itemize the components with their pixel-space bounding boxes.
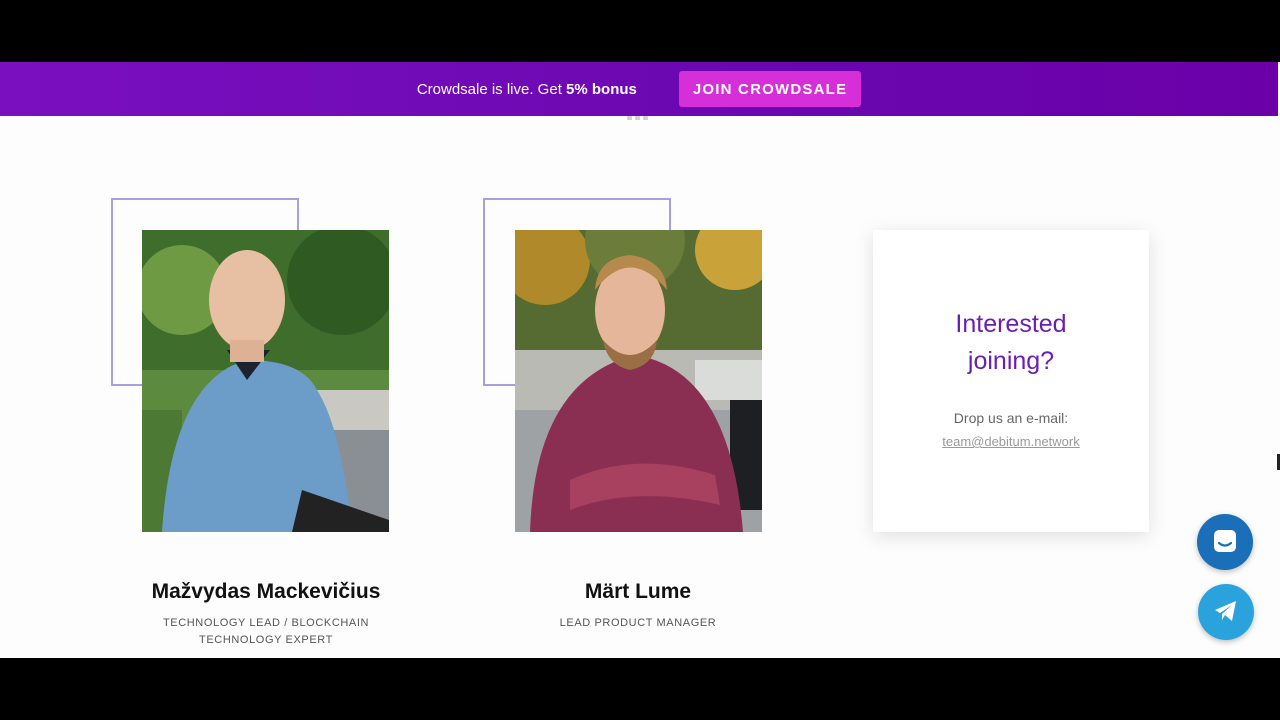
member-role: LEAD PRODUCT MANAGER — [559, 617, 717, 629]
carousel-dot[interactable] — [627, 116, 632, 120]
member-photo — [142, 230, 389, 532]
crowdsale-banner: Crowdsale is live. Get 5% bonus JOIN CRO… — [0, 62, 1278, 116]
member-role: TECHNOLOGY LEAD / BLOCKCHAIN TECHNOLOGY … — [162, 617, 370, 646]
letterbox-top — [0, 0, 1280, 62]
bonus-text: 5% bonus — [566, 80, 637, 98]
letterbox-bottom — [0, 658, 1280, 720]
member-photo — [515, 230, 762, 532]
join-crowdsale-button[interactable]: JOIN CROWDSALE — [678, 71, 862, 107]
carousel-dot[interactable] — [635, 116, 640, 120]
join-title: Interested joining? — [955, 310, 1067, 375]
telegram-button[interactable] — [1198, 584, 1254, 640]
chat-button[interactable] — [1197, 514, 1253, 570]
page: Crowdsale is live. Get 5% bonus JOIN CRO… — [0, 62, 1280, 658]
telegram-icon — [1211, 596, 1241, 629]
member-name: Mažvydas Mackevičius — [151, 580, 381, 603]
join-team-card: Interested joining? Drop us an e-mail: t… — [873, 230, 1149, 532]
chat-icon — [1211, 527, 1239, 558]
team-email-link[interactable]: team@debitum.network — [942, 434, 1079, 449]
member-name: Märt Lume — [584, 580, 692, 603]
carousel-dots[interactable] — [627, 116, 651, 122]
carousel-dot[interactable] — [643, 116, 648, 120]
join-drop-text: Drop us an e-mail: — [953, 410, 1069, 426]
banner-text: Crowdsale is live. Get 5% bonus — [416, 80, 637, 98]
